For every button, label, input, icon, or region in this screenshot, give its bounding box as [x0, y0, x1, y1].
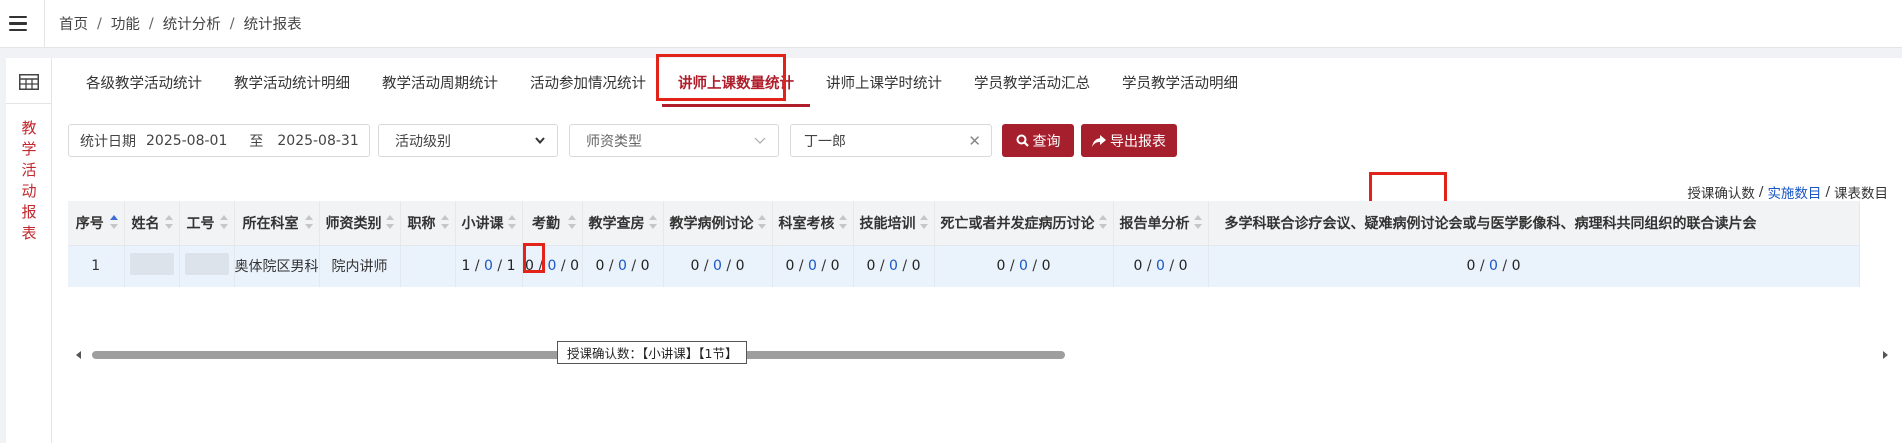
report-tabs: 各级教学活动统计 教学活动统计明细 教学活动周期统计 活动参加情况统计 讲师上课… — [70, 58, 1254, 107]
table-horizontal-scrollbar[interactable] — [74, 349, 1896, 361]
column-header[interactable]: 姓名 — [124, 201, 180, 245]
column-header[interactable]: 所在科室 — [234, 201, 320, 245]
tab-lecturer-hours[interactable]: 讲师上课学时统计 — [810, 58, 958, 107]
column-header[interactable]: 教学查房 — [582, 201, 664, 245]
chevron-down-icon — [535, 137, 545, 144]
query-button[interactable]: 查询 — [1002, 124, 1074, 157]
count-legend: 授课确认数 / 实施数目 / 课表数目 — [1687, 182, 1888, 202]
sort-icon — [385, 215, 394, 231]
sort-icon — [838, 215, 847, 231]
cell-title — [400, 244, 456, 287]
cell-tooltip: 授课确认数：【小讲课】【1节】 — [557, 341, 748, 364]
table-header-row: 序号 姓名 工号 所在科室 师资类别 职称 小讲课 考勤 教学查房 教学病例讨论… — [68, 201, 1860, 245]
cell-count[interactable]: 0 / 0 / 0 — [582, 244, 664, 287]
cell-count[interactable]: 0 / 0 / 0 — [1113, 244, 1209, 287]
tab-level-activity[interactable]: 各级教学活动统计 — [70, 58, 218, 107]
sort-icon — [304, 215, 313, 231]
chevron-down-icon — [754, 137, 766, 144]
date-to[interactable]: 2025-08-31 — [277, 133, 358, 149]
tab-student-summary[interactable]: 学员教学活动汇总 — [958, 58, 1106, 107]
cell-id-redacted — [179, 244, 235, 287]
breadcrumb-home[interactable]: 首页 — [59, 13, 88, 34]
breadcrumb-report: 统计报表 — [243, 17, 302, 33]
column-header[interactable]: 科室考核 — [772, 201, 854, 245]
cell-count[interactable]: 0 / 0 / 0 — [853, 244, 935, 287]
column-header[interactable]: 序号 — [68, 201, 125, 245]
legend-scheduled: 课表数目 — [1834, 186, 1888, 202]
menu-toggle-icon[interactable] — [4, 10, 32, 38]
date-range-field[interactable]: 统计日期 2025-08-01 至 2025-08-31 — [68, 124, 370, 157]
breadcrumb-function[interactable]: 功能 — [111, 13, 140, 34]
share-arrow-icon — [1092, 134, 1106, 147]
cell-count[interactable]: 0 / 0 / 0 — [772, 244, 854, 287]
cell-count[interactable]: 0 / 0 / 0 — [522, 244, 583, 287]
scroll-right-icon[interactable] — [1883, 351, 1888, 359]
sort-icon — [109, 215, 118, 231]
sort-icon — [648, 215, 657, 231]
column-header[interactable]: 技能培训 — [853, 201, 935, 245]
tab-lecturer-count[interactable]: 讲师上课数量统计 — [662, 58, 810, 107]
cell-name-redacted — [124, 244, 180, 287]
column-header[interactable]: 教学病例讨论 — [663, 201, 773, 245]
sort-icon — [919, 215, 928, 231]
column-header[interactable]: 死亡或者并发症病历讨论 — [934, 201, 1114, 245]
teacher-type-select[interactable]: 师资类型 — [569, 124, 779, 157]
cell-count[interactable]: 0 / 0 / 0 — [934, 244, 1114, 287]
report-sidebar: 教 学 活 动 报 表 — [6, 58, 52, 443]
breadcrumb-statistics[interactable]: 统计分析 — [163, 13, 221, 34]
topbar-divider — [44, 0, 45, 48]
cell-dept: 奥体院区男科 — [234, 244, 320, 287]
sidebar-title: 教 学 活 动 报 表 — [21, 119, 37, 242]
cell-count[interactable]: 0 / 0 / 0 — [663, 244, 773, 287]
lecturer-count-table: 序号 姓名 工号 所在科室 师资类别 职称 小讲课 考勤 教学查房 教学病例讨论… — [68, 201, 1896, 308]
scroll-left-icon[interactable] — [76, 351, 81, 359]
sort-icon — [507, 215, 516, 231]
legend-confirmed: 授课确认数 — [1687, 186, 1755, 202]
lecturer-name-input[interactable]: 丁一郎 ✕ — [790, 124, 992, 157]
report-panel: 教 学 活 动 报 表 各级教学活动统计 教学活动统计明细 教学活动周期统计 活… — [6, 54, 1902, 443]
export-report-button[interactable]: 导出报表 — [1081, 124, 1177, 157]
cell-count[interactable]: 0 / 0 / 0 — [1208, 244, 1860, 287]
column-header[interactable]: 工号 — [179, 201, 235, 245]
sort-icon — [757, 215, 766, 231]
tab-activity-detail[interactable]: 教学活动统计明细 — [218, 58, 366, 107]
table-icon[interactable] — [19, 74, 39, 90]
column-header[interactable]: 考勤 — [522, 201, 583, 245]
date-from[interactable]: 2025-08-01 — [146, 133, 227, 149]
tab-period-stats[interactable]: 教学活动周期统计 — [366, 58, 514, 107]
tab-student-detail[interactable]: 学员教学活动明细 — [1106, 58, 1254, 107]
date-label: 统计日期 — [80, 133, 136, 150]
sort-icon — [1098, 215, 1107, 231]
column-header[interactable]: 师资类别 — [319, 201, 401, 245]
clear-icon[interactable]: ✕ — [968, 132, 981, 150]
sort-icon — [440, 215, 449, 231]
column-header[interactable]: 多学科联合诊疗会议、疑难病例讨论会或与医学影像科、病理科共同组织的联合读片会 — [1208, 201, 1860, 245]
legend-implemented[interactable]: 实施数目 — [1767, 182, 1821, 202]
table-row[interactable]: 1 奥体院区男科 院内讲师 1 / 0 / 1 0 / 0 / 0 0 / 0 … — [68, 244, 1860, 287]
sort-icon — [1193, 215, 1202, 231]
search-icon — [1016, 134, 1029, 147]
cell-category: 院内讲师 — [319, 244, 401, 287]
column-header[interactable]: 报告单分析 — [1113, 201, 1209, 245]
sort-icon — [219, 215, 228, 231]
column-header[interactable]: 小讲课 — [455, 201, 523, 245]
sort-icon — [567, 215, 576, 231]
date-separator: 至 — [249, 133, 264, 150]
breadcrumb: 首页 / 功能 / 统计分析 / 统计报表 — [59, 13, 302, 34]
tab-participation[interactable]: 活动参加情况统计 — [514, 58, 662, 107]
cell-count[interactable]: 1 / 0 / 1 — [455, 244, 523, 287]
sort-icon — [164, 215, 173, 231]
top-bar: 首页 / 功能 / 统计分析 / 统计报表 — [0, 0, 1902, 48]
activity-level-select[interactable]: 活动级别 — [378, 124, 558, 157]
cell-index: 1 — [68, 244, 125, 287]
column-header[interactable]: 职称 — [400, 201, 456, 245]
